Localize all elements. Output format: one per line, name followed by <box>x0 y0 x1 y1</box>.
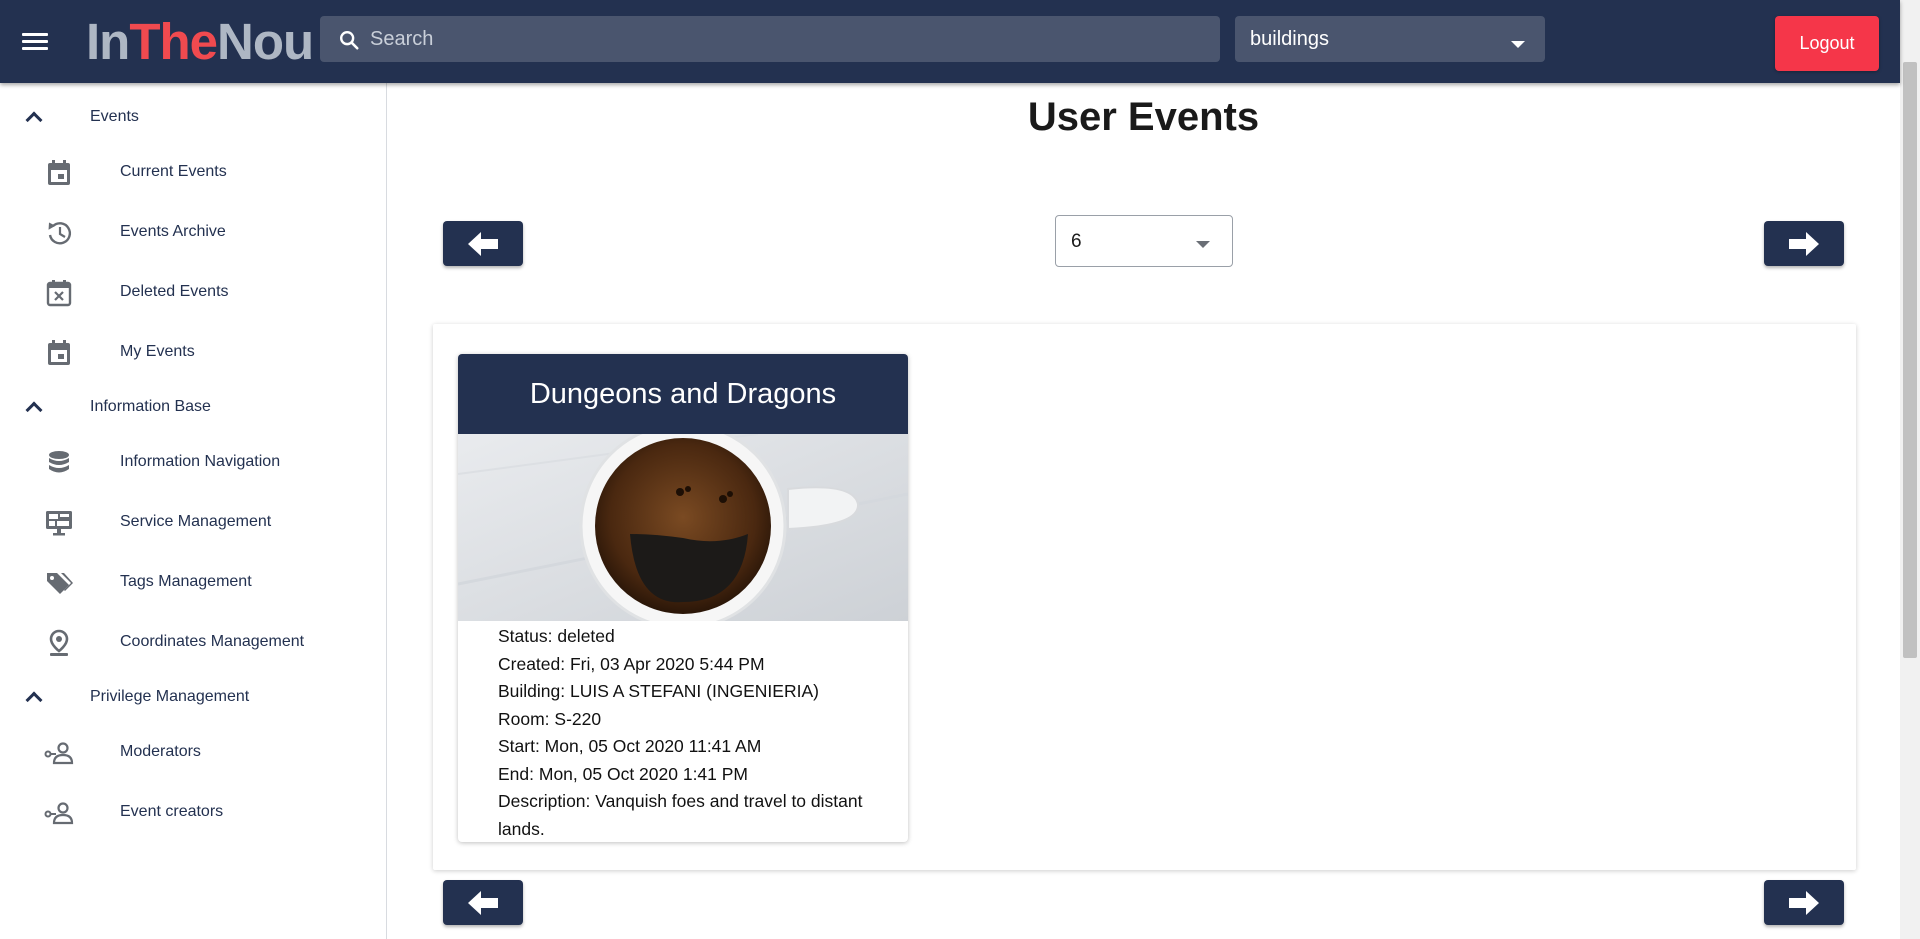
event-description: Description: Vanquish foes and travel to… <box>498 791 863 839</box>
menu-icon[interactable] <box>20 30 50 54</box>
account-key-icon <box>44 802 74 825</box>
map-marker-icon <box>49 629 69 656</box>
events-panel: Dungeons and Dragons Status: deleted Cre… <box>433 324 1856 870</box>
sidebar-item-deleted-events[interactable]: Deleted Events <box>0 269 386 317</box>
event-status: Status: deleted <box>498 626 615 646</box>
event-building: Building: LUIS A STEFANI (INGENIERIA) <box>498 681 819 701</box>
search-icon <box>340 31 359 50</box>
next-page-button-bottom[interactable] <box>1764 880 1844 925</box>
history-icon <box>48 222 72 245</box>
next-page-button[interactable] <box>1764 221 1844 266</box>
sidebar-item-event-creators[interactable]: Event creators <box>0 789 386 837</box>
event-details: Status: deleted Created: Fri, 03 Apr 202… <box>458 621 908 842</box>
scrollbar-thumb[interactable] <box>1903 62 1917 658</box>
arrow-left-icon <box>468 231 498 256</box>
sidebar-item-events-archive[interactable]: Events Archive <box>0 209 386 257</box>
sidebar-item-service-management[interactable]: Service Management <box>0 499 386 547</box>
arrow-left-icon <box>468 890 498 915</box>
main-content: User Events 6 Dungeons and Dragons Statu… <box>387 83 1900 939</box>
sidebar-item-my-events[interactable]: My Events <box>0 329 386 377</box>
event-card[interactable]: Dungeons and Dragons Status: deleted Cre… <box>458 354 908 842</box>
sidebar-item-current-events[interactable]: Current Events <box>0 149 386 197</box>
calendar-icon <box>48 160 70 185</box>
monitor-dashboard-icon <box>46 511 72 536</box>
calendar-icon <box>48 340 70 365</box>
event-title: Dungeons and Dragons <box>458 354 908 434</box>
account-key-icon <box>44 742 74 765</box>
sidebar: Events Current Events Events Archive Del… <box>0 83 387 939</box>
previous-page-button-bottom[interactable] <box>443 880 523 925</box>
search-input[interactable] <box>370 16 1200 62</box>
dropdown-caret-icon <box>1511 41 1525 48</box>
page-scrollbar[interactable] <box>1900 0 1920 939</box>
event-created: Created: Fri, 03 Apr 2020 5:44 PM <box>498 653 765 674</box>
sidebar-item-tags-management[interactable]: Tags Management <box>0 559 386 607</box>
page-size-select[interactable]: 6 <box>1055 215 1233 267</box>
chevron-up-icon <box>25 691 43 709</box>
calendar-remove-icon <box>46 280 72 307</box>
database-icon <box>49 451 69 473</box>
top-bar: InTheNou buildings Logout <box>0 0 1900 83</box>
page-size-value: 6 <box>1071 231 1082 252</box>
search-bar[interactable] <box>320 16 1220 62</box>
sidebar-item-information-navigation[interactable]: Information Navigation <box>0 439 386 487</box>
tags-icon <box>47 573 73 594</box>
building-type-select[interactable]: buildings <box>1235 16 1545 62</box>
dropdown-caret-icon <box>1196 241 1210 248</box>
page-title: User Events <box>1027 95 1260 139</box>
sidebar-section-information-base[interactable]: Information Base <box>0 388 386 428</box>
event-image <box>458 434 908 621</box>
chevron-up-icon <box>25 401 43 419</box>
sidebar-section-events[interactable]: Events <box>0 98 386 138</box>
event-end: End: Mon, 05 Oct 2020 1:41 PM <box>498 763 749 784</box>
sidebar-section-privilege-management[interactable]: Privilege Management <box>0 678 386 718</box>
sidebar-item-moderators[interactable]: Moderators <box>0 729 386 777</box>
previous-page-button[interactable] <box>443 221 523 266</box>
chevron-up-icon <box>25 111 43 129</box>
event-start: Start: Mon, 05 Oct 2020 11:41 AM <box>498 736 762 756</box>
app-logo[interactable]: InTheNou <box>86 12 314 72</box>
event-room: Room: S-220 <box>498 708 602 729</box>
logout-button[interactable]: Logout <box>1775 16 1879 71</box>
sidebar-item-coordinates-management[interactable]: Coordinates Management <box>0 619 386 667</box>
arrow-right-icon <box>1789 890 1819 915</box>
arrow-right-icon <box>1789 231 1819 256</box>
building-select-value: buildings <box>1250 28 1329 50</box>
